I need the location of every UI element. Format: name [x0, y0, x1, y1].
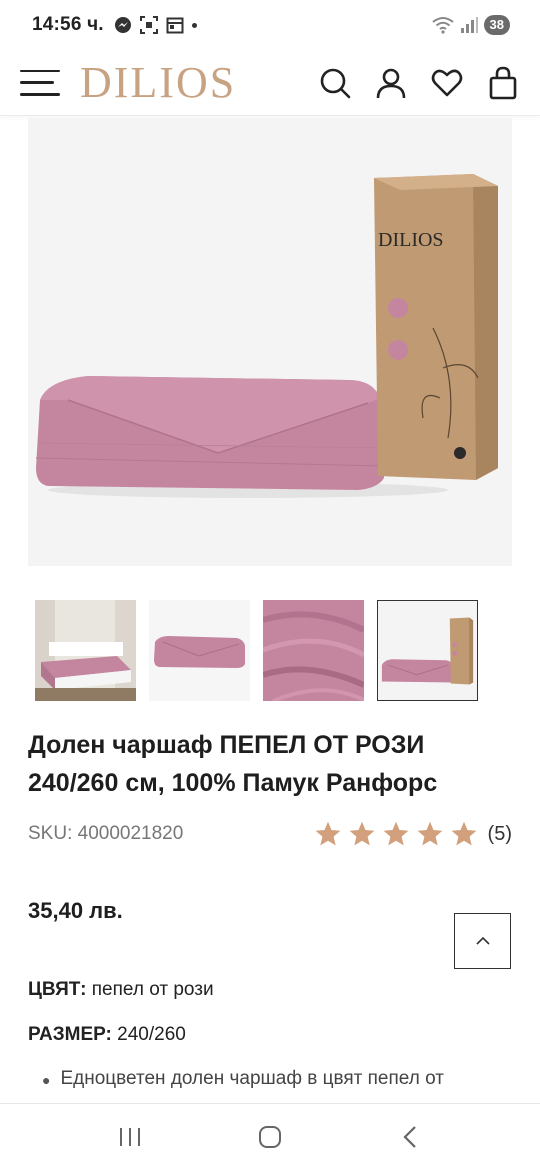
product-sku: SKU: 4000021820 — [28, 823, 184, 844]
star-icon — [451, 821, 476, 846]
system-nav-bar — [0, 1103, 540, 1170]
scroll-to-top-button[interactable] — [454, 913, 511, 969]
description-bullet: ● Едноцветен долен чаршаф в цвят пепел о… — [42, 1068, 444, 1092]
search-icon[interactable] — [318, 66, 352, 100]
recents-icon[interactable] — [105, 1117, 155, 1157]
size-label: РАЗМЕР: — [28, 1024, 112, 1045]
notification-dot — [191, 22, 197, 28]
wishlist-icon[interactable] — [430, 66, 464, 100]
color-label: ЦВЯТ: — [28, 979, 87, 1000]
star-icon — [315, 821, 340, 846]
bullet-icon: ● — [42, 1072, 51, 1088]
status-time: 14:56 ч. — [32, 14, 104, 35]
color-attribute: ЦВЯТ: пепел от рози — [28, 979, 214, 1001]
box-brand-text: DILIOS — [378, 229, 444, 251]
product-rating[interactable]: (5) — [314, 820, 512, 848]
thumbnail-strip — [35, 600, 478, 701]
star-icon — [417, 821, 442, 846]
home-icon[interactable] — [245, 1117, 295, 1157]
calendar-icon — [166, 17, 184, 34]
account-icon[interactable] — [374, 66, 408, 100]
product-price: 35,40 лв. — [28, 898, 123, 923]
thumbnail-fabric-closeup[interactable] — [263, 600, 364, 701]
sku-rating-row: SKU: 4000021820 (5) — [28, 820, 512, 848]
brand-logo[interactable]: DILIOS — [80, 60, 236, 105]
thumbnail-bed-photo[interactable] — [35, 600, 136, 701]
messenger-icon — [114, 17, 131, 33]
description-text: Едноцветен долен чаршаф в цвят пепел от — [60, 1068, 444, 1089]
thumbnail-sheet-with-box[interactable] — [377, 600, 478, 701]
battery-indicator: 38 — [483, 15, 510, 35]
back-icon[interactable] — [385, 1117, 435, 1157]
size-attribute: РАЗМЕР: 240/260 — [28, 1024, 186, 1046]
star-icon — [383, 821, 408, 846]
signal-icon — [460, 17, 478, 33]
color-value: пепел от рози — [91, 979, 214, 1000]
thumbnail-folded-sheet[interactable] — [149, 600, 250, 701]
menu-icon[interactable] — [20, 69, 60, 96]
star-icon — [349, 821, 374, 846]
size-value: 240/260 — [117, 1024, 186, 1045]
product-title: Долен чаршаф ПЕПЕЛ ОТ РОЗИ 240/260 см, 1… — [28, 731, 438, 797]
chevron-up-icon — [475, 936, 490, 945]
product-main-image[interactable]: DILIOS — [28, 118, 512, 566]
review-count[interactable]: (5) — [488, 823, 512, 846]
scan-icon — [139, 16, 158, 34]
site-header: DILIOS — [0, 50, 540, 116]
wifi-icon — [431, 17, 454, 34]
status-bar: 14:56 ч. 38 — [0, 0, 540, 50]
cart-icon[interactable] — [486, 66, 520, 100]
